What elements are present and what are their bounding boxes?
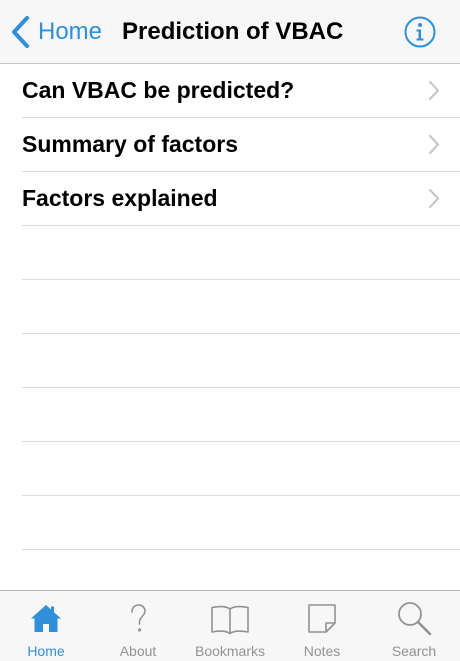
- list-item-label: Can VBAC be predicted?: [22, 77, 295, 103]
- back-button[interactable]: Home: [10, 14, 102, 50]
- question-icon: [131, 604, 146, 632]
- empty-row: [22, 280, 460, 334]
- chevron-left-icon: [12, 16, 29, 48]
- tab-bar: Home About Bookmarks Notes Search: [0, 590, 460, 661]
- tab-about[interactable]: About: [92, 591, 184, 661]
- tab-notes[interactable]: Notes: [276, 591, 368, 661]
- chevron-right-icon: [428, 80, 440, 101]
- chevron-right-icon: [428, 188, 440, 209]
- tab-label: Home: [27, 643, 65, 659]
- tab-label: About: [119, 643, 157, 659]
- chevron-right-icon: [428, 134, 440, 155]
- tab-label: Bookmarks: [194, 643, 266, 659]
- page-title: Prediction of VBAC: [122, 18, 344, 45]
- back-button-label: Home: [38, 18, 103, 45]
- book-icon: [211, 605, 249, 635]
- empty-row: [22, 496, 460, 550]
- list-item-label: Summary of factors: [22, 131, 239, 157]
- tab-search[interactable]: Search: [368, 591, 460, 661]
- info-icon[interactable]: [404, 16, 436, 48]
- list-item-factors-explained[interactable]: Factors explained: [22, 172, 460, 226]
- empty-row: [22, 226, 460, 280]
- empty-row: [22, 442, 460, 496]
- list-item-label: Factors explained: [22, 185, 218, 211]
- note-icon: [308, 604, 336, 633]
- empty-row: [22, 388, 460, 442]
- menu-list: Can VBAC be predicted? Summary of factor…: [0, 64, 460, 550]
- tab-label: Notes: [303, 643, 341, 659]
- navigation-bar: Home Prediction of VBAC: [0, 0, 460, 64]
- tab-home[interactable]: Home: [0, 591, 92, 661]
- tab-label: Search: [391, 643, 437, 659]
- list-item-can-vbac-be-predicted[interactable]: Can VBAC be predicted?: [22, 64, 460, 118]
- home-icon: [31, 605, 61, 632]
- tab-bookmarks[interactable]: Bookmarks: [184, 591, 276, 661]
- search-icon: [398, 602, 432, 636]
- list-item-summary-of-factors[interactable]: Summary of factors: [22, 118, 460, 172]
- empty-row: [22, 334, 460, 388]
